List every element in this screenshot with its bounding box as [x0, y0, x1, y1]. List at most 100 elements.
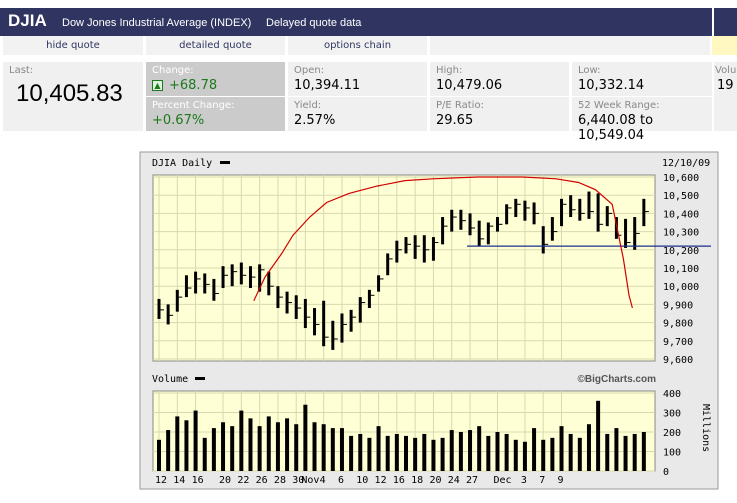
volume-bar [513, 439, 518, 471]
options-chain-link[interactable]: options chain [288, 36, 427, 55]
nav-accent [712, 36, 737, 55]
volume-tick-label: 400 [663, 389, 681, 400]
volume-unit: Millions [700, 404, 711, 452]
volume-bar [239, 410, 244, 471]
x-tick-label: Dec [493, 475, 511, 486]
volume-panel [152, 390, 656, 472]
volume-bar [458, 432, 463, 471]
volume-tick-label: 200 [663, 428, 681, 439]
price-panel [152, 174, 656, 362]
volume-bar [312, 422, 317, 471]
volume-bar [166, 430, 171, 471]
price-tick-label: 10,200 [663, 246, 699, 257]
price-tick-label: 10,600 [663, 173, 699, 184]
volume-bar [522, 441, 527, 471]
price-tick-label: 10,500 [663, 191, 699, 202]
volume-bar [550, 437, 555, 471]
volume-bar [321, 424, 326, 471]
yield-cell: Yield: 2.57% [288, 97, 427, 131]
range-value: 6,440.08 to 10,549.04 [578, 113, 654, 143]
volume-bar [266, 416, 271, 471]
volume-bar [285, 418, 290, 471]
x-tick-label: 16 [192, 475, 204, 486]
volume-bar [568, 433, 573, 471]
pct-change-value: +0.67% [152, 113, 205, 128]
detailed-quote-link[interactable]: detailed quote [146, 36, 285, 55]
x-tick-label: 27 [466, 475, 478, 486]
chart-date: 12/10/09 [662, 158, 710, 169]
volume-bar [248, 418, 253, 471]
price-tick-label: 10,300 [663, 228, 699, 239]
x-tick-label: 12 [375, 475, 387, 486]
x-tick-label: 7 [539, 475, 545, 486]
change-value-wrap: ▲ +68.78 [152, 78, 217, 93]
last-price: 10,405.83 [16, 80, 123, 107]
volume-bar [477, 426, 482, 471]
volume-bar [184, 420, 189, 471]
x-tick-label: 4 [320, 475, 326, 486]
volume-bar [586, 424, 591, 471]
volume-bar [211, 428, 216, 471]
volume-cell: Volu 19 [714, 62, 737, 131]
price-tick-label: 10,000 [663, 282, 699, 293]
volume-bar [358, 433, 363, 471]
open-value: 10,394.11 [294, 78, 361, 93]
volume-bar [449, 430, 454, 471]
up-arrow-icon: ▲ [152, 80, 163, 91]
symbol: DJIA [8, 11, 47, 30]
volume-value: 19 [717, 78, 734, 93]
low-value: 10,332.14 [578, 78, 645, 93]
high-value: 10,479.06 [436, 78, 503, 93]
volume-bar [596, 400, 601, 471]
volume-bar [422, 433, 427, 471]
volume-bar [367, 437, 372, 471]
volume-tick-label: 300 [663, 409, 681, 420]
volume-bar [605, 433, 610, 471]
change-label: Change: [152, 65, 194, 76]
x-tick-label: 30 [292, 475, 304, 486]
volume-bar [577, 437, 582, 471]
price-tick-label: 9,600 [663, 355, 693, 366]
x-tick-label: 20 [219, 475, 231, 486]
volume-label: Volu [715, 65, 737, 76]
x-tick-label: Nov [301, 475, 319, 486]
pe-cell: P/E Ratio: 29.65 [430, 97, 569, 131]
volume-title: Volume [152, 374, 188, 385]
x-tick-label: 18 [411, 475, 423, 486]
volume-bar [349, 435, 354, 471]
volume-bar [495, 432, 500, 471]
x-tick-label: 24 [448, 475, 460, 486]
high-label: High: [436, 65, 463, 76]
low-cell: Low: 10,332.14 [572, 62, 712, 96]
volume-bar [623, 435, 628, 471]
volume-bar [486, 435, 491, 471]
x-tick-label: 20 [429, 475, 441, 486]
price-tick-label: 9,700 [663, 337, 693, 348]
range-label: 52 Week Range: [578, 100, 660, 111]
x-tick-label: 10 [356, 475, 368, 486]
pct-change-label: Percent Change: [152, 100, 235, 111]
volume-bar [641, 432, 646, 471]
pe-value: 29.65 [436, 113, 474, 128]
volume-bar [230, 426, 235, 471]
nav-empty [430, 36, 710, 55]
high-cell: High: 10,479.06 [430, 62, 569, 96]
price-tick-label: 10,100 [663, 264, 699, 275]
volume-bar [175, 416, 180, 471]
delay-notice: Delayed quote data [266, 17, 362, 29]
change-cell: Change: ▲ +68.78 [146, 62, 285, 96]
volume-bar [394, 433, 399, 471]
yield-value: 2.57% [294, 113, 336, 128]
open-label: Open: [294, 65, 325, 76]
volume-bar [275, 422, 280, 471]
volume-bar [257, 426, 262, 471]
volume-bar [221, 422, 226, 471]
volume-bar [413, 437, 418, 471]
x-tick-label: 12 [155, 475, 167, 486]
hide-quote-link[interactable]: hide quote [3, 36, 143, 55]
pct-change-cell: Percent Change: +0.67% [146, 97, 285, 131]
volume-legend-swatch [195, 377, 205, 380]
header-edge [714, 8, 737, 36]
low-label: Low: [578, 65, 601, 76]
yield-label: Yield: [294, 100, 322, 111]
